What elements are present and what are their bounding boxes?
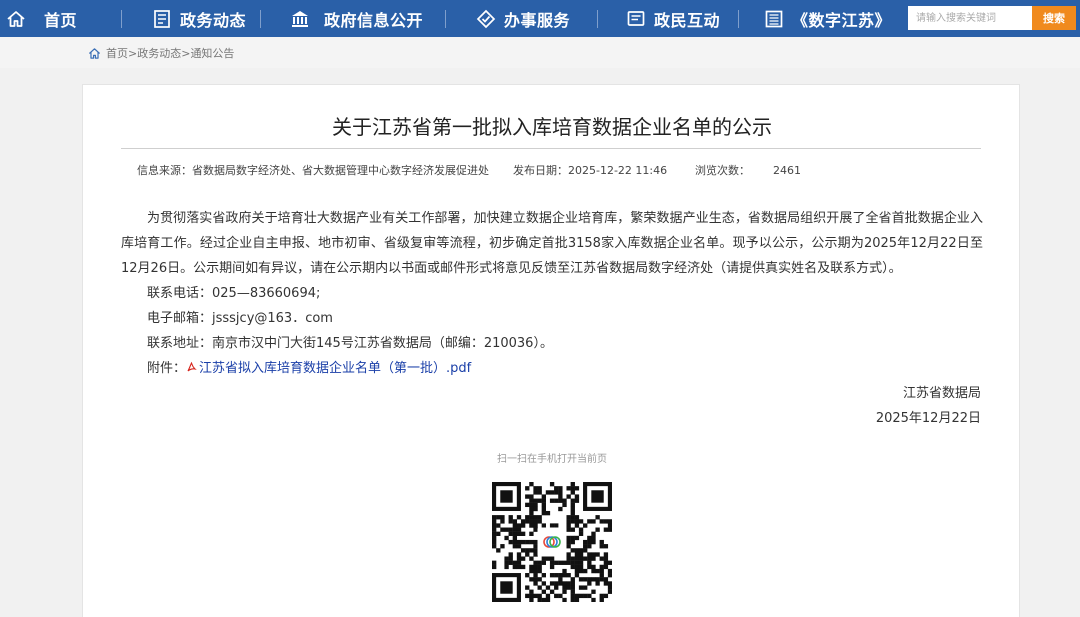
nav-divider (445, 10, 446, 28)
nav-digital-jiangsu[interactable]: 《数字江苏》 (764, 0, 891, 37)
nav-interaction[interactable]: 政民互动 (626, 0, 720, 37)
nav-gov-info-label: 政府信息公开 (324, 10, 424, 30)
breadcrumb-home-link[interactable]: 首页 (106, 45, 128, 61)
breadcrumb-section-link[interactable]: 政务动态 (137, 45, 181, 61)
nav-divider (738, 10, 739, 28)
breadcrumb: 首页 > 政务动态 > 通知公告 (88, 45, 234, 61)
contact-phone: 联系电话：025—83660694; (147, 286, 321, 301)
article-title: 关于江苏省第一批拟入库培育数据企业名单的公示 (332, 115, 772, 139)
nav-divider (121, 10, 122, 28)
nav-news[interactable]: 政务动态 (152, 0, 246, 37)
meta-date: 发布日期：2025-12-22 11:46 (513, 162, 695, 178)
nav-interaction-label: 政民互动 (654, 10, 721, 30)
meta-views-label: 浏览次数： (695, 164, 750, 177)
meta-date-label: 发布日期： (513, 164, 568, 177)
nav-services-label: 办事服务 (504, 10, 571, 30)
article-meta: 信息来源：省数据局数字经济处、省大数据管理中心数字经济发展促进处 发布日期：202… (137, 162, 801, 178)
breadcrumb-current-link[interactable]: 通知公告 (190, 45, 234, 61)
title-divider (121, 148, 981, 149)
contact-address: 联系地址：南京市汉中门大街145号江苏省数据局（邮编：210036）。 (147, 336, 553, 351)
article-container: 关于江苏省第一批拟入库培育数据企业名单的公示 信息来源：省数据局数字经济处、省大… (82, 84, 1020, 617)
search-button[interactable]: 搜索 (1032, 6, 1076, 30)
breadcrumb-separator: > (181, 46, 191, 60)
sign-date: 2025年12月22日 (875, 411, 981, 426)
meta-source: 信息来源：省数据局数字经济处、省大数据管理中心数字经济发展促进处 (137, 162, 513, 178)
article-paragraph: 为贯彻落实省政府关于培育壮大数据产业有关工作部署，加快建立数据企业培育库，繁荣数… (121, 211, 983, 276)
qr-caption: 扫一扫在手机打开当前页 (497, 454, 607, 465)
pdf-icon (186, 361, 198, 373)
home-icon (88, 47, 101, 60)
nav-divider (597, 10, 598, 28)
attachment-row: 附件： 江苏省拟入库培育数据企业名单（第一批）.pdf (147, 357, 471, 376)
breadcrumb-separator: > (128, 46, 138, 60)
document-icon (152, 9, 172, 29)
meta-date-value: 2025-12-22 11:46 (568, 164, 668, 177)
qr-code (492, 482, 612, 602)
attachment-label: 附件： (147, 361, 187, 376)
government-building-icon (290, 9, 310, 29)
nav-gov-info[interactable]: 政府信息公开 (290, 0, 423, 37)
home-icon (6, 9, 26, 29)
search-input[interactable] (908, 6, 1032, 30)
article-body: 为贯彻落实省政府关于培育壮大数据产业有关工作部署，加快建立数据企业培育库，繁荣数… (121, 206, 983, 281)
nav-news-label: 政务动态 (180, 10, 247, 30)
nav-services[interactable]: 办事服务 (476, 0, 570, 37)
breadcrumb-bar: 首页 > 政务动态 > 通知公告 (0, 37, 1080, 68)
chat-window-icon (626, 9, 646, 29)
attachment-link[interactable]: 江苏省拟入库培育数据企业名单（第一批）.pdf (199, 361, 471, 376)
nav-digital-jiangsu-label: 《数字江苏》 (792, 10, 892, 30)
nav-home-label: 首页 (44, 10, 78, 30)
service-diamond-icon (476, 9, 496, 29)
magazine-icon (764, 9, 784, 29)
signer: 江苏省数据局 (902, 386, 981, 401)
top-navigation-bar: 首页 政务动态 政府信息公开 办事服务 政民互动 《数字江苏》 搜索 (0, 0, 1080, 37)
meta-views-value: 2461 (773, 164, 801, 177)
meta-source-label: 信息来源： (137, 164, 192, 177)
nav-divider (260, 10, 261, 28)
contact-email: 电子邮箱：jsssjcy@163．com (147, 311, 333, 326)
meta-source-value: 省数据局数字经济处、省大数据管理中心数字经济发展促进处 (192, 164, 489, 177)
nav-home[interactable]: 首页 (6, 0, 77, 37)
